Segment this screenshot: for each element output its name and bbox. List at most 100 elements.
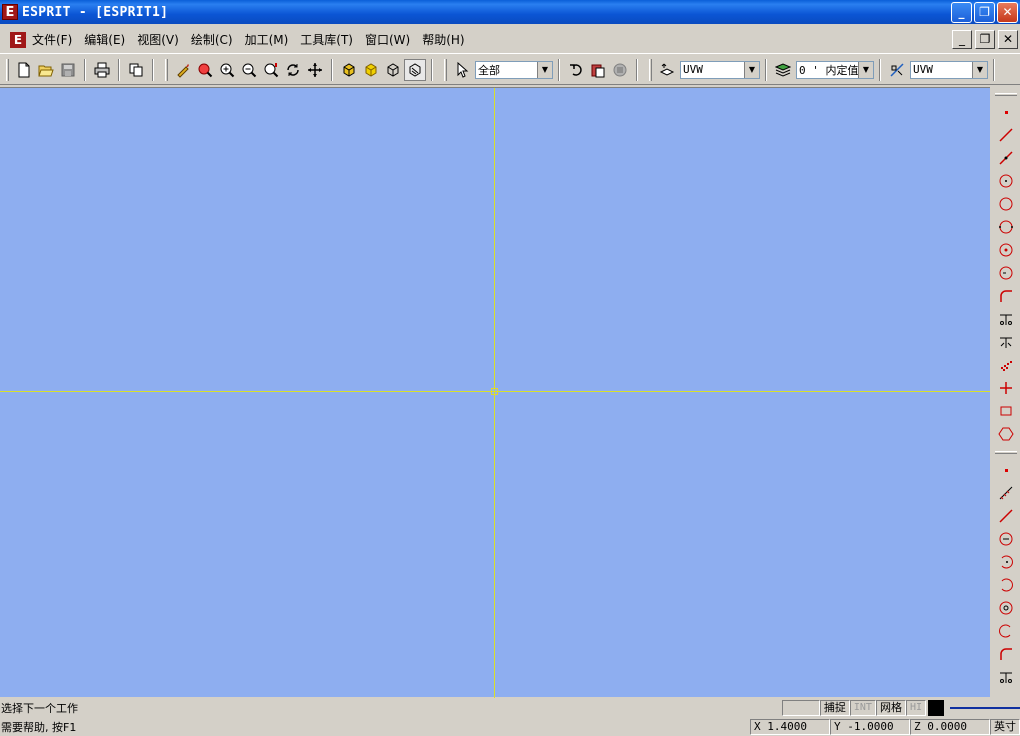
open-folder-icon[interactable] [35,59,57,81]
line-icon[interactable] [995,123,1017,146]
undo-icon[interactable] [565,59,587,81]
int-indicator[interactable]: INT [849,700,876,716]
zoom-fit-icon[interactable] [260,59,282,81]
geometry-toolbar [992,87,1020,697]
snap-indicator[interactable]: 捕捉 [819,700,850,716]
doc-minimize-button[interactable]: _ [952,30,972,49]
circle-center-icon[interactable] [995,169,1017,192]
arc-icon[interactable] [995,284,1017,307]
break-icon[interactable] [995,330,1017,353]
print-icon[interactable] [91,59,113,81]
app-logo-icon[interactable]: E [2,4,18,20]
toolbar-grip[interactable] [165,58,168,81]
rotate-view-icon[interactable] [282,59,304,81]
main-toolbar: 全部 ▼ UVW ▼ 0 ' 内定值' ▼ [0,55,1020,85]
shaded-edges-icon[interactable] [360,59,382,81]
drawing-canvas[interactable] [0,87,990,698]
z-coordinate: Z 0.0000 [910,719,990,735]
point-icon[interactable] [995,100,1017,123]
zoom-window-icon[interactable] [194,59,216,81]
toolbar-separator [152,58,154,81]
chevron-down-icon: ▼ [744,61,759,78]
toolbar-separator [118,58,120,81]
perpendicular-line-icon[interactable] [995,376,1017,399]
select-filter-dropdown[interactable]: 全部 ▼ [475,60,553,79]
circle-tangent-icon[interactable] [995,238,1017,261]
shaded-solid-icon[interactable] [338,59,360,81]
x-coordinate: X 1.4000 [750,719,830,735]
redraw-icon[interactable] [172,59,194,81]
document-logo-icon[interactable]: E [10,31,26,48]
menu-tool-library[interactable]: 工具库(T) [300,31,353,48]
window-title: ESPRIT - [ESPRIT1] [22,4,169,20]
toolbar-grip[interactable] [995,451,1017,454]
feature-arc-ccw-icon[interactable] [995,619,1017,642]
doc-restore-button[interactable]: ❐ [975,30,995,49]
hi-indicator[interactable]: HI [905,700,926,716]
toolbar-separator [558,58,560,81]
feature-circle-center-icon[interactable] [995,596,1017,619]
menu-help[interactable]: 帮助(H) [422,31,464,48]
close-button[interactable]: ✕ [997,2,1018,23]
circle-three-points-icon[interactable] [995,215,1017,238]
menu-window[interactable]: 窗口(W) [365,31,410,48]
wireframe-icon[interactable] [382,59,404,81]
point-pattern-icon[interactable] [995,353,1017,376]
esprit-window: E ESPRIT - [ESPRIT1] _ ❐ ✕ E 文件(F) 编辑(E)… [0,0,1020,736]
toolbar-grip[interactable] [649,58,652,81]
paste-icon[interactable] [587,59,609,81]
layers-icon[interactable] [772,59,794,81]
toolbar-separator [765,58,767,81]
view-plane-icon[interactable] [886,59,908,81]
toolbar-separator [993,58,995,81]
toolbar-separator [431,58,433,81]
feature-point-icon[interactable] [995,458,1017,481]
new-file-icon[interactable] [13,59,35,81]
work-plane-icon[interactable] [656,59,678,81]
rectangle-icon[interactable] [995,399,1017,422]
work-plane-dropdown[interactable]: UVW ▼ [680,60,760,79]
feature-circle-icon[interactable] [995,527,1017,550]
chevron-down-icon: ▼ [972,61,987,78]
polygon-icon[interactable] [995,422,1017,445]
feature-arc-icon[interactable] [995,550,1017,573]
menu-file[interactable]: 文件(F) [32,31,72,48]
menu-draw[interactable]: 绘制(C) [191,31,233,48]
toolbar-separator [84,58,86,81]
units-indicator: 英寸 [990,719,1020,735]
layer-dropdown[interactable]: 0 ' 内定值' ▼ [796,60,874,79]
feature-line-icon[interactable] [995,504,1017,527]
toolbar-grip[interactable] [995,93,1017,96]
doc-close-button[interactable]: ✕ [998,30,1018,49]
coordinates-bar: 需要帮助, 按F1 X 1.4000 Y -1.0000 Z 0.0000 英寸 [0,718,1020,736]
save-icon[interactable] [57,59,79,81]
toolbar-grip[interactable] [444,58,447,81]
trim-icon[interactable] [995,307,1017,330]
menu-machining[interactable]: 加工(M) [245,31,289,48]
feature-fillet-icon[interactable] [995,642,1017,665]
restore-button[interactable]: ❐ [974,2,995,23]
feature-chain-icon[interactable] [995,481,1017,504]
status-empty-panel [781,700,820,716]
copy-icon[interactable] [125,59,147,81]
circle-radius-icon[interactable] [995,261,1017,284]
stop-icon[interactable] [609,59,631,81]
hidden-line-icon[interactable] [404,58,426,81]
menu-view[interactable]: 视图(V) [137,31,179,48]
color-swatch[interactable] [928,700,944,716]
feature-arc-cw-icon[interactable] [995,573,1017,596]
view-plane-value: UVW [913,63,933,76]
circle-icon[interactable] [995,192,1017,215]
line-style-sample[interactable] [950,707,1020,709]
menu-edit[interactable]: 编辑(E) [84,31,125,48]
view-plane-dropdown[interactable]: UVW ▼ [910,60,988,79]
zoom-in-icon[interactable] [216,59,238,81]
zoom-out-icon[interactable] [238,59,260,81]
select-arrow-icon[interactable] [451,59,473,81]
pan-icon[interactable] [304,59,326,81]
grid-indicator[interactable]: 网格 [875,700,906,716]
line-two-points-icon[interactable] [995,146,1017,169]
feature-trim-icon[interactable] [995,665,1017,688]
toolbar-grip[interactable] [6,58,9,81]
minimize-button[interactable]: _ [951,2,972,23]
